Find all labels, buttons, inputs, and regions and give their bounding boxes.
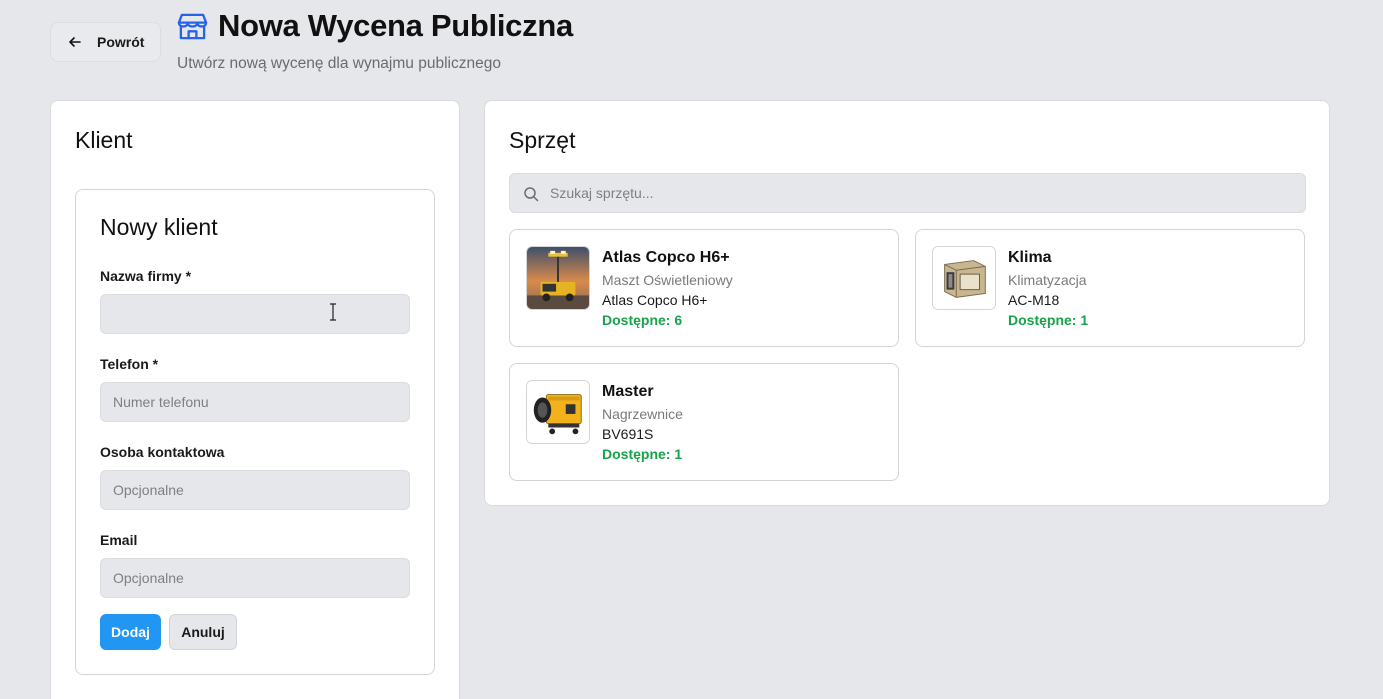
contact-person-label: Osoba kontaktowa bbox=[100, 444, 225, 460]
new-client-title: Nowy klient bbox=[100, 214, 218, 240]
equipment-item-klima[interactable]: Klima Klimatyzacja AC-M18 Dostępne: 1 bbox=[915, 229, 1305, 347]
page-title: Nowa Wycena Publiczna bbox=[218, 8, 573, 43]
search-icon bbox=[524, 187, 539, 202]
equipment-availability: Dostępne: 6 bbox=[602, 312, 683, 328]
company-name-input[interactable] bbox=[100, 294, 410, 334]
phone-label: Telefon * bbox=[100, 356, 159, 372]
equipment-availability: Dostępne: 1 bbox=[602, 446, 683, 462]
equipment-category: Maszt Oświetleniowy bbox=[602, 272, 733, 288]
equipment-model: AC-M18 bbox=[1008, 292, 1060, 308]
equipment-name: Klima bbox=[1008, 249, 1052, 266]
new-client-form: Nowy klient Nazwa firmy * Telefon * Osob… bbox=[75, 189, 435, 675]
page: Powrót Nowa Wycena Publiczna Utwórz nową… bbox=[0, 0, 1383, 699]
equipment-model: BV691S bbox=[602, 426, 654, 442]
equipment-search-input[interactable] bbox=[550, 174, 1300, 212]
equipment-search bbox=[509, 173, 1306, 213]
equipment-name: Atlas Copco H6+ bbox=[602, 249, 730, 266]
equipment-item-atlas-copco[interactable]: Atlas Copco H6+ Maszt Oświetleniowy Atla… bbox=[509, 229, 899, 347]
heater-image bbox=[526, 380, 590, 444]
company-name-label: Nazwa firmy * bbox=[100, 268, 192, 284]
client-card: Klient Nowy klient Nazwa firmy * Telefon… bbox=[50, 100, 460, 699]
air-conditioner-image bbox=[932, 246, 996, 310]
equipment-category: Nagrzewnice bbox=[602, 406, 683, 422]
equipment-category: Klimatyzacja bbox=[1008, 272, 1087, 288]
title-row: Nowa Wycena Publiczna bbox=[177, 8, 573, 44]
equipment-item-master[interactable]: Master Nagrzewnice BV691S Dostępne: 1 bbox=[509, 363, 899, 481]
cancel-button[interactable]: Anuluj bbox=[169, 614, 237, 650]
equipment-section-title: Sprzęt bbox=[509, 127, 576, 153]
contact-person-input[interactable] bbox=[100, 470, 410, 510]
equipment-card: Sprzęt Szukaj sprzętu... Atlas Copco H6+… bbox=[484, 100, 1330, 506]
email-input[interactable] bbox=[100, 558, 410, 598]
equipment-name: Master bbox=[602, 383, 654, 400]
store-icon bbox=[177, 13, 208, 39]
add-client-button[interactable]: Dodaj bbox=[100, 614, 161, 650]
equipment-availability: Dostępne: 1 bbox=[1008, 312, 1089, 328]
arrow-left-icon bbox=[69, 37, 81, 47]
back-button[interactable]: Powrót bbox=[50, 22, 161, 62]
back-button-label: Powrót bbox=[97, 34, 145, 50]
text-cursor-icon bbox=[330, 303, 336, 321]
page-subtitle: Utwórz nową wycenę dla wynajmu publiczne… bbox=[177, 55, 501, 72]
email-label: Email bbox=[100, 532, 138, 548]
client-section-title: Klient bbox=[75, 127, 133, 153]
phone-input[interactable] bbox=[100, 382, 410, 422]
light-tower-image bbox=[526, 246, 590, 310]
equipment-model: Atlas Copco H6+ bbox=[602, 292, 708, 308]
